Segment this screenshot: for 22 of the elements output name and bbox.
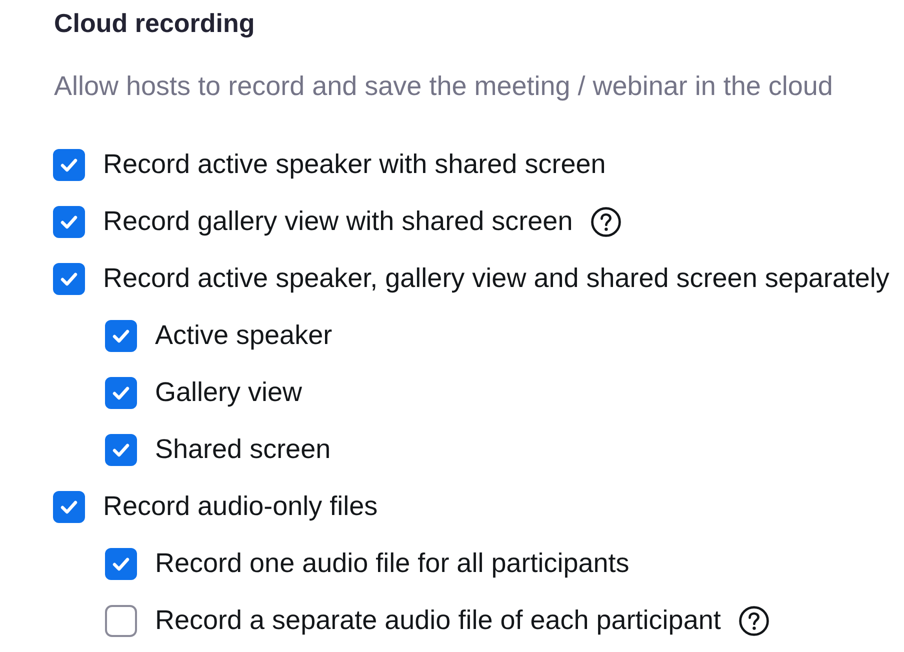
option-label: Record gallery view with shared screen: [103, 206, 573, 237]
option-label: Gallery view: [155, 377, 302, 408]
checkbox[interactable]: [105, 434, 137, 466]
checkbox[interactable]: [53, 148, 85, 180]
section-description: Allow hosts to record and save the meeting / webinar in the cloud: [54, 70, 834, 103]
option-label: Record one audio file for all participants: [155, 548, 630, 579]
checkbox[interactable]: [53, 490, 85, 522]
checkbox[interactable]: [105, 376, 137, 408]
help-icon[interactable]: [590, 206, 621, 236]
option-label: Record active speaker with shared screen: [103, 149, 606, 180]
checkbox[interactable]: [53, 262, 85, 294]
checkbox[interactable]: [105, 548, 137, 580]
option-label: Active speaker: [155, 320, 332, 351]
option-label: Record active speaker, gallery view and shared screen separately: [103, 263, 890, 294]
option-label: Shared screen: [155, 434, 331, 465]
help-icon[interactable]: [738, 606, 769, 636]
checkbox[interactable]: [105, 320, 137, 352]
checkbox[interactable]: [53, 206, 85, 238]
option-label: Record a separate audio file of each participant: [155, 605, 721, 636]
checkbox[interactable]: [105, 604, 137, 636]
option-label: Record audio-only files: [103, 491, 378, 522]
section-title: Cloud recording: [54, 7, 256, 39]
